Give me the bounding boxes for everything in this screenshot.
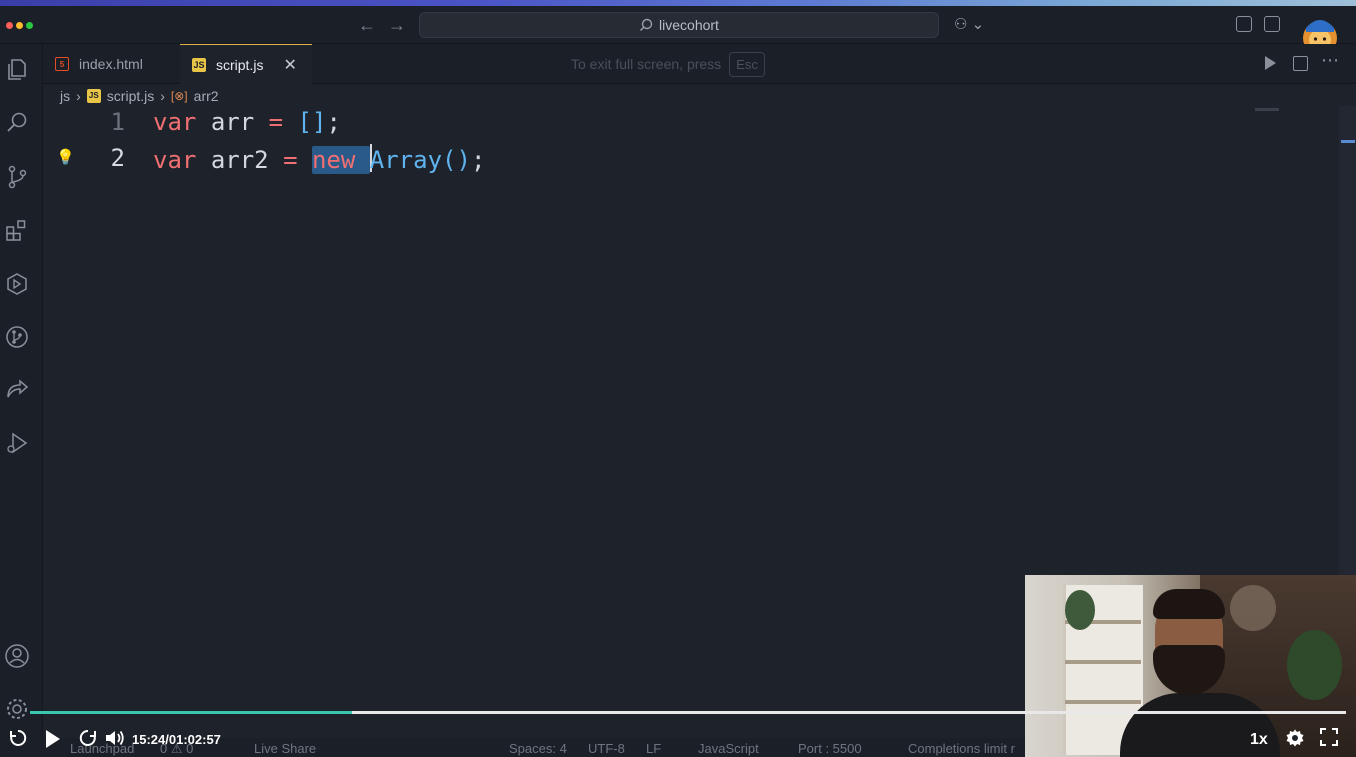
- token-semicolon: ;: [326, 108, 341, 136]
- token-keyword-selected: new: [311, 146, 356, 174]
- scrollbar-cursor-marker: [1341, 140, 1355, 143]
- breadcrumb: js › JS script.js › [⊗] arr2: [60, 87, 219, 105]
- split-editor-icon[interactable]: [1293, 56, 1308, 71]
- tab-index-html[interactable]: 5 index.html: [43, 44, 180, 84]
- variable-symbol-icon: [⊗]: [170, 89, 188, 103]
- token-operator: =: [268, 108, 284, 136]
- remote-explorer-icon[interactable]: [4, 271, 30, 297]
- command-center-label: livecohort: [659, 17, 719, 33]
- editor-tab-bar: 5 index.html JS script.js ✕ To exit full…: [43, 44, 1356, 84]
- js-file-icon: JS: [86, 89, 101, 103]
- rewind-icon[interactable]: [8, 728, 28, 753]
- maximize-window-button[interactable]: [26, 22, 33, 29]
- html5-file-icon: 5: [55, 57, 69, 71]
- minimap[interactable]: [1255, 108, 1279, 111]
- lightbulb-icon[interactable]: 💡: [56, 148, 75, 166]
- shelf-row: [1065, 660, 1141, 664]
- code-text: var arr2 = new Array();: [153, 144, 485, 174]
- tab-label: script.js: [216, 56, 264, 73]
- copilot-icon[interactable]: ⚇ ⌄: [954, 15, 984, 33]
- status-port[interactable]: Port : 5500: [798, 741, 862, 756]
- close-window-button[interactable]: [6, 22, 13, 29]
- token-keyword: var: [153, 146, 197, 174]
- token-semicolon: ;: [470, 146, 486, 174]
- line-number: 1: [110, 108, 125, 136]
- fullscreen-exit-hint: To exit full screen, press Esc: [571, 50, 765, 78]
- source-control-icon[interactable]: [4, 164, 30, 190]
- layout-icon[interactable]: [1236, 16, 1252, 32]
- account-icon[interactable]: [4, 643, 30, 669]
- shelf-row: [1065, 700, 1141, 704]
- search-icon[interactable]: [4, 110, 30, 136]
- token-keyword: var: [153, 108, 197, 136]
- minimize-window-button[interactable]: [16, 22, 23, 29]
- chevron-right-icon: ›: [76, 88, 81, 104]
- volume-icon[interactable]: [104, 728, 126, 753]
- run-debug-icon[interactable]: [4, 430, 30, 456]
- title-bar: ← → livecohort ⚇ ⌄: [0, 6, 1356, 44]
- token-brackets: []: [297, 108, 327, 136]
- status-live-share[interactable]: Live Share: [254, 741, 316, 756]
- back-arrow-icon[interactable]: ←: [358, 15, 376, 36]
- fullscreen-icon[interactable]: [1320, 728, 1338, 751]
- play-icon[interactable]: [43, 728, 63, 755]
- extensions-icon[interactable]: [4, 217, 30, 243]
- playback-speed-button[interactable]: 1x: [1250, 731, 1268, 749]
- status-encoding[interactable]: UTF-8: [588, 741, 625, 756]
- status-completions[interactable]: Completions limit r: [908, 741, 1015, 756]
- video-progress-fill: [30, 711, 352, 714]
- video-time: 15:24/01:02:57: [132, 732, 221, 747]
- line-number: 2: [110, 144, 125, 172]
- token-class: Array: [369, 146, 443, 174]
- live-share-icon[interactable]: [4, 377, 30, 403]
- breadcrumb-file[interactable]: script.js: [107, 88, 154, 104]
- close-icon[interactable]: ✕: [283, 55, 296, 75]
- breadcrumb-symbol[interactable]: arr2: [194, 88, 219, 104]
- status-language[interactable]: JavaScript: [698, 741, 759, 756]
- forward-arrow-icon[interactable]: →: [388, 15, 406, 36]
- js-file-icon: JS: [192, 57, 206, 72]
- plant: [1287, 630, 1342, 700]
- command-center-search[interactable]: livecohort: [419, 12, 939, 38]
- search-icon: [640, 18, 653, 31]
- explorer-icon[interactable]: [4, 56, 30, 82]
- tab-label: index.html: [79, 56, 143, 72]
- status-eol[interactable]: LF: [646, 741, 661, 756]
- window-controls: [6, 22, 33, 29]
- code-text: var arr = [];: [153, 108, 341, 136]
- wall-decoration: [1230, 585, 1276, 631]
- status-spaces[interactable]: Spaces: 4: [509, 741, 567, 756]
- token-parens: (): [442, 146, 471, 174]
- token-identifier: arr2: [210, 146, 269, 174]
- webcam-video: [1025, 575, 1356, 757]
- forward-icon[interactable]: [78, 728, 98, 753]
- selected-text: new: [311, 146, 370, 174]
- vertical-scrollbar[interactable]: [1339, 106, 1356, 576]
- activity-bar: [0, 44, 43, 757]
- git-graph-icon[interactable]: [4, 324, 30, 350]
- toggle-sidebar-icon[interactable]: [1264, 16, 1280, 32]
- run-play-icon[interactable]: [1265, 56, 1276, 70]
- more-actions-icon[interactable]: ⋯: [1321, 50, 1339, 71]
- code-line[interactable]: 1 var arr = [];: [43, 108, 1339, 144]
- settings-gear-icon[interactable]: [1285, 728, 1305, 753]
- token-operator: =: [283, 146, 298, 174]
- presenter-hair: [1153, 589, 1225, 619]
- chevron-right-icon: ›: [160, 88, 165, 104]
- plant: [1065, 590, 1095, 630]
- gear-icon[interactable]: [4, 696, 30, 722]
- fullscreen-hint-text: To exit full screen, press: [571, 56, 722, 72]
- code-line-current[interactable]: 💡 2 var arr2 = new Array();: [43, 144, 1339, 180]
- esc-key-badge: Esc: [729, 51, 765, 77]
- token-identifier: arr: [210, 108, 255, 136]
- tab-script-js[interactable]: JS script.js ✕: [180, 44, 312, 84]
- breadcrumb-folder[interactable]: js: [60, 88, 70, 104]
